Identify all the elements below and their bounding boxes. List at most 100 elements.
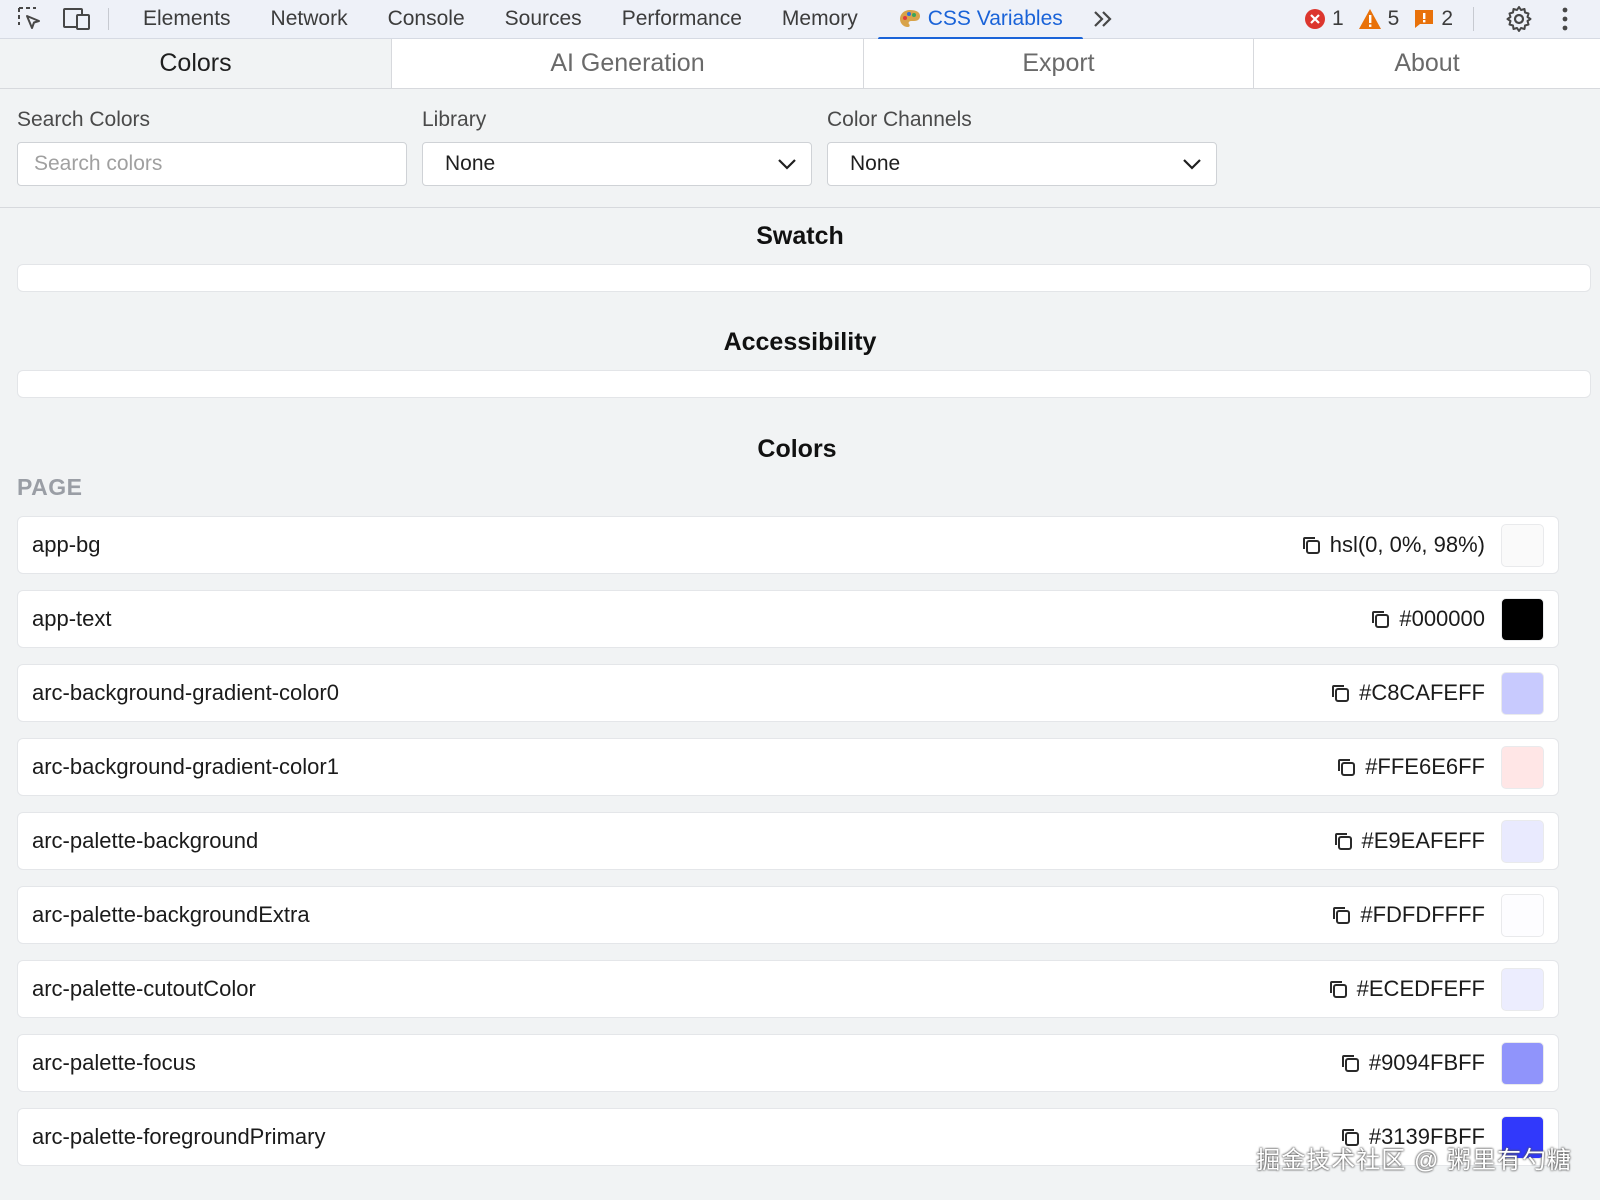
copy-value-button[interactable]: #E9EAFEFF	[1332, 828, 1485, 854]
warning-count-value: 5	[1387, 7, 1400, 30]
devtools-tab-memory[interactable]: Memory	[762, 0, 878, 39]
color-swatch[interactable]	[1501, 819, 1544, 863]
tab-label: CSS Variables	[927, 7, 1063, 30]
copy-value-button[interactable]: #000000	[1369, 606, 1485, 632]
library-select-value: None	[445, 152, 496, 175]
list-item[interactable]: arc-palette-background #E9EAFEFF	[17, 812, 1559, 870]
devtools-tab-network[interactable]: Network	[251, 0, 368, 39]
color-value: #FFE6E6FF	[1365, 754, 1485, 779]
status-separator	[1473, 7, 1474, 31]
chevron-down-icon	[1183, 159, 1201, 170]
color-value: #C8CAFEFF	[1359, 680, 1485, 705]
tab-label: Performance	[621, 7, 742, 30]
copy-value-button[interactable]: #C8CAFEFF	[1329, 680, 1485, 706]
tab-label: Memory	[781, 7, 858, 30]
tab-label: Elements	[143, 7, 231, 30]
copy-icon	[1302, 537, 1320, 554]
list-item[interactable]: arc-background-gradient-color1 #FFE6E6FF	[17, 738, 1559, 796]
devtools-tab-elements[interactable]: Elements	[123, 0, 251, 39]
tab-label: Export	[1022, 49, 1095, 77]
extension-tabs: Colors AI Generation Export About	[0, 39, 1600, 89]
colors-heading: Colors	[757, 435, 837, 463]
devtools-tabs: Elements Network Console Sources Perform…	[123, 0, 1123, 40]
color-name: arc-background-gradient-color1	[32, 754, 339, 779]
error-icon	[1304, 9, 1325, 29]
kebab-menu-icon[interactable]	[1548, 6, 1582, 32]
list-item[interactable]: arc-background-gradient-color0 #C8CAFEFF	[17, 664, 1559, 722]
library-label: Library	[422, 108, 487, 131]
copy-icon	[1329, 981, 1347, 998]
color-swatch[interactable]	[1501, 671, 1544, 715]
tab-colors[interactable]: Colors	[0, 39, 391, 88]
warning-count[interactable]: 5	[1358, 7, 1400, 31]
issues-count[interactable]: 2	[1413, 7, 1453, 31]
copy-value-button[interactable]: #FDFDFFFF	[1330, 902, 1485, 928]
copy-icon	[1334, 833, 1352, 850]
devtools-tab-css-variables[interactable]: CSS Variables	[877, 0, 1083, 40]
color-value: #000000	[1399, 606, 1485, 631]
copy-value-button[interactable]: #9094FBFF	[1339, 1050, 1485, 1076]
device-toolbar-icon[interactable]	[60, 4, 96, 34]
tab-label: About	[1394, 49, 1460, 77]
color-name: app-bg	[32, 532, 101, 557]
channels-field: Color Channels None	[827, 108, 1217, 186]
list-item[interactable]: arc-palette-focus #9094FBFF	[17, 1034, 1559, 1092]
color-name: arc-palette-cutoutColor	[32, 976, 256, 1001]
copy-icon	[1372, 611, 1390, 628]
list-item[interactable]: arc-palette-cutoutColor #ECEDFEFF	[17, 960, 1559, 1018]
list-item[interactable]: app-text #000000	[17, 590, 1559, 648]
chevron-down-icon	[778, 159, 796, 170]
channels-select-value: None	[850, 152, 901, 175]
library-field: Library None	[422, 108, 812, 186]
filters-divider	[0, 207, 1600, 208]
more-tabs-chevron-icon[interactable]	[1083, 0, 1123, 39]
devtools-tab-performance[interactable]: Performance	[602, 0, 762, 39]
settings-gear-icon[interactable]	[1502, 5, 1536, 33]
tab-label: Console	[387, 7, 465, 30]
color-name: arc-palette-focus	[32, 1050, 196, 1075]
devtools-tab-sources[interactable]: Sources	[485, 0, 602, 39]
error-count[interactable]: 1	[1304, 7, 1344, 31]
tab-ai-generation[interactable]: AI Generation	[391, 39, 863, 88]
color-swatch[interactable]	[1501, 597, 1544, 641]
copy-value-button[interactable]: hsl(0, 0%, 98%)	[1300, 532, 1485, 558]
color-swatch[interactable]	[1501, 523, 1544, 567]
color-swatch[interactable]	[1501, 745, 1544, 789]
tab-label: Colors	[159, 49, 232, 77]
copy-value-button[interactable]: #FFE6E6FF	[1335, 754, 1485, 780]
issues-count-value: 2	[1441, 7, 1453, 30]
color-swatch[interactable]	[1501, 1041, 1544, 1085]
tab-label: Sources	[504, 7, 582, 30]
search-input[interactable]	[32, 151, 392, 177]
list-item[interactable]: arc-palette-backgroundExtra #FDFDFFFF	[17, 886, 1559, 944]
group-label: PAGE	[17, 474, 83, 500]
search-box	[17, 142, 407, 186]
copy-value-button[interactable]: #ECEDFEFF	[1327, 976, 1485, 1002]
color-name: app-text	[32, 606, 112, 631]
color-value: hsl(0, 0%, 98%)	[1329, 532, 1485, 557]
tab-about[interactable]: About	[1253, 39, 1600, 88]
color-value: #E9EAFEFF	[1361, 828, 1485, 853]
tab-label: Network	[270, 7, 348, 30]
color-value: #ECEDFEFF	[1356, 976, 1485, 1001]
swatch-panel	[17, 264, 1591, 292]
color-swatch[interactable]	[1501, 967, 1544, 1011]
tab-export[interactable]: Export	[863, 39, 1253, 88]
tab-label: AI Generation	[550, 49, 705, 77]
color-swatch[interactable]	[1501, 893, 1544, 937]
search-field: Search Colors	[17, 108, 407, 186]
search-label: Search Colors	[17, 108, 151, 131]
copy-icon	[1332, 685, 1350, 702]
library-select[interactable]: None	[422, 142, 812, 186]
status-area: 1 5 2	[1304, 0, 1600, 39]
channels-label: Color Channels	[827, 108, 972, 131]
palette-icon	[898, 8, 922, 30]
accessibility-heading: Accessibility	[723, 328, 877, 356]
copy-icon	[1338, 759, 1356, 776]
copy-icon	[1333, 907, 1351, 924]
toolbar-separator	[108, 8, 109, 30]
devtools-tab-console[interactable]: Console	[368, 0, 485, 39]
inspect-element-icon[interactable]	[12, 4, 48, 34]
list-item[interactable]: app-bg hsl(0, 0%, 98%)	[17, 516, 1559, 574]
channels-select[interactable]: None	[827, 142, 1217, 186]
